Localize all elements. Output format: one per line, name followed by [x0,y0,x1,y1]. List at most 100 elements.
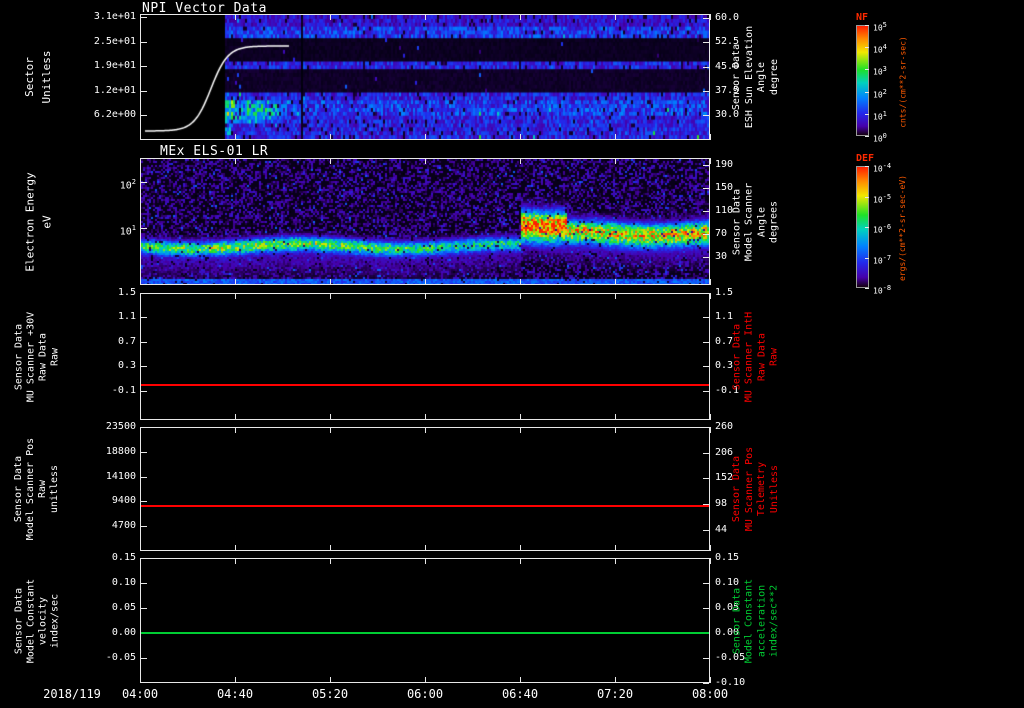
panel-1-ytick-left: 2.5e+01 [93,35,136,47]
panel-5-xtickmark [520,677,521,683]
panel-4-ytick-left: 9400 [111,495,136,507]
panel-2-xtickmark [235,158,236,164]
panel-4-xtickmark [520,427,521,433]
panel-3-xtickmark [330,414,331,420]
panel-2-ytick-right: 150 [715,181,734,193]
panel-1-xtickmark [330,14,331,20]
colorbar-tick: 10-5 [873,192,892,205]
x-tick-label: 04:00 [121,687,159,701]
panel-1-xtickmark [235,134,236,140]
panel-3-data-line [141,383,709,386]
panel-3-xtickmark [710,414,711,420]
panel-2-plot-area [140,158,710,285]
panel-4-ytick-left: 18800 [105,445,136,457]
panel-3-xtickmark [140,414,141,420]
panel-3-xtickmark [710,293,711,299]
panel-2-xtickmark [140,279,141,285]
colorbar-nf [856,25,869,136]
panel-2-yaxis-label-right: Model Scanner [743,182,755,261]
panel-2-ytick-right: 70 [715,227,728,239]
panel-5-xtickmark [710,558,711,564]
panel-5-xtickmark [425,677,426,683]
x-tick-label: 08:00 [691,687,729,701]
colorbar-tick: 103 [873,65,887,78]
panel-4-yaxis-label-right: MU Scanner Pos [743,446,755,532]
panel-4-xtickmark [330,427,331,433]
panel-4-ytickmark-right [703,452,709,454]
x-tick-label: 06:40 [501,687,539,701]
panel-3-yaxis-label-left: MU Scanner +30V [25,311,36,402]
panel-2-xtickmark [615,158,616,164]
panel-2-xtickmark [710,158,711,164]
panel-3-ytickmark-left [141,317,147,319]
panel-3-ytickmark-right [703,293,709,294]
panel-1-xtickmark [235,14,236,20]
panel-2-ytickmark-right [703,164,709,166]
panel-2-ytick-left: 101 [119,223,136,238]
panel-5-xtickmark [235,558,236,564]
panel-4-xtickmark [330,545,331,551]
panel-3-yaxis-label-right: Raw Data [756,332,767,381]
colorbar-tickmark [865,47,869,49]
panel-2-ytickmark-right [703,187,709,189]
panel-4-plot-area [140,427,710,551]
panel-2-ytickmark-right [703,257,709,259]
panel-5-xtickmark [615,677,616,683]
panel-2-ytick-right: 30 [715,251,728,263]
panel-3-xtickmark [330,293,331,299]
panel-1-ytickmark-left [141,115,147,117]
panel-2-yaxis-label-left: Electron Energy [23,171,36,272]
panel-3-ytick-left: 1.1 [117,311,136,323]
panel-5-ytickmark-left [141,583,147,584]
panel-5-xtickmark [140,677,141,683]
colorbar-tick: 105 [873,21,887,33]
panel-1-ytickmark-right [703,115,709,117]
x-axis-date-label: 2018/119 [43,687,101,701]
panel-2-yaxis-label-left: eV [40,214,53,229]
panel-1-ytickmark-left [141,41,147,43]
colorbar-tickmark [865,25,869,26]
panel-3-yaxis-label-left: Sensor Data [13,323,24,390]
panel-3-xtickmark [520,414,521,420]
colorbar-tickmark [865,227,869,228]
panel-1-yaxis-label-right: degree [768,58,780,96]
panel-5-yaxis-label-right: acceleration [756,584,767,657]
panel-5-ytickmark-right [703,658,709,659]
panel-5-ytickmark-left [141,558,147,559]
panel-1-ytickmark-left [141,90,147,92]
panel-3-ytickmark-left [141,293,147,294]
panel-5-yaxis-label-right: Model Constant [743,578,755,663]
panel-1-xtickmark [520,14,521,20]
panel-3-ytick-left: 0.3 [117,360,136,372]
panel-1-yaxis-label-right: Angle [756,61,767,93]
panel-1-xtickmark [140,134,141,140]
panel-3-xtickmark [425,293,426,299]
panel-4-xtickmark [425,545,426,551]
panel-4-xtickmark [140,545,141,551]
panel-4-xtickmark [140,427,141,433]
panel-1-ytickmark-right [703,17,709,19]
panel-2-xtickmark [710,279,711,285]
colorbar-units-nf: cnts/(cm**2-sr-sec) [898,35,907,128]
panel-2-xtickmark [520,279,521,285]
panel-1-yaxis-label-right: ESH Sun Elevation [743,25,755,129]
colorbar-tickmark [865,288,869,289]
panel-3-ytickmark-right [703,390,709,392]
panel-3-ytickmark-left [141,390,147,392]
panel-1-ytick-left: 6.2e+00 [93,109,136,121]
panel-2-ytickmark-right [703,233,709,235]
panel-2-xtickmark [615,279,616,285]
panel-5-xtickmark [425,558,426,564]
colorbar-units-def: ergs/(cm**2-sr-sec-eV) [898,175,907,281]
panel-5-yaxis-label-left: velocity [37,596,48,645]
panel-4-xtickmark [425,427,426,433]
panel-2-xtickmark [235,279,236,285]
panel-5-ytickmark-right [703,558,709,559]
panel-3-xtickmark [235,414,236,420]
panel-3-ytick-right: 0.3 [715,360,734,372]
panel-1-yaxis-label-left: Sector [23,57,36,97]
panel-4-yaxis-label-left: Raw [37,479,48,499]
panel-3-ytick-right: 0.7 [715,335,734,347]
panel-2-xtickmark [425,279,426,285]
panel-5-xtickmark [710,677,711,683]
